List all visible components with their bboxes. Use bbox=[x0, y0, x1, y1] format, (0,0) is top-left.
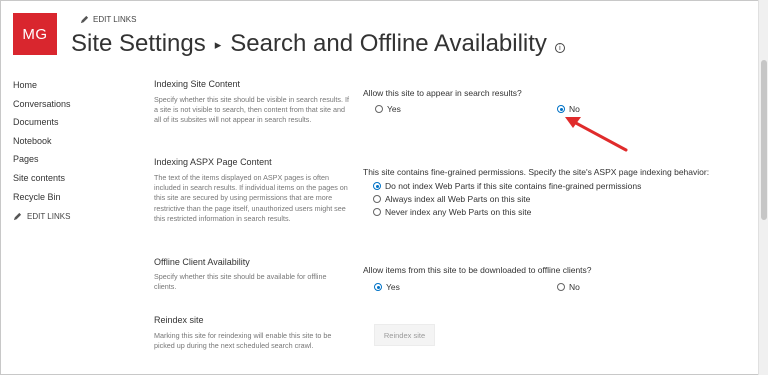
aspx-option-always-index-label: Always index all Web Parts on this site bbox=[385, 194, 531, 204]
offline-option-no-label: No bbox=[569, 282, 580, 292]
aspx-option-never-index[interactable]: Never index any Web Parts on this site bbox=[373, 207, 531, 217]
vertical-scrollbar[interactable] bbox=[758, 0, 768, 375]
offline-option-yes-label: Yes bbox=[386, 282, 400, 292]
radio-aspx-never-index[interactable] bbox=[373, 208, 381, 216]
aspx-option-do-not-index-label: Do not index Web Parts if this site cont… bbox=[385, 181, 642, 191]
nav-item-site-contents[interactable]: Site contents bbox=[13, 169, 71, 188]
aspx-option-always-index[interactable]: Always index all Web Parts on this site bbox=[373, 194, 530, 204]
breadcrumb-site-settings[interactable]: Site Settings bbox=[71, 30, 206, 58]
nav-item-notebook[interactable]: Notebook bbox=[13, 132, 71, 151]
scrollbar-thumb[interactable] bbox=[761, 60, 767, 220]
edit-links-top[interactable]: EDIT LINKS bbox=[80, 15, 136, 24]
offline-option-no[interactable]: No bbox=[557, 282, 580, 292]
radio-aspx-do-not-index[interactable] bbox=[373, 182, 381, 190]
offline-question: Allow items from this site to be downloa… bbox=[363, 265, 592, 275]
breadcrumb-separator: ▸ bbox=[214, 37, 222, 52]
reindex-section-description: Marking this site for reindexing will en… bbox=[154, 331, 332, 351]
site-logo[interactable]: MG bbox=[13, 13, 57, 55]
pencil-icon bbox=[13, 213, 22, 221]
offline-section-description: Specify whether this site should be avai… bbox=[154, 272, 327, 292]
nav-item-conversations[interactable]: Conversations bbox=[13, 95, 71, 114]
nav-item-documents[interactable]: Documents bbox=[13, 113, 71, 132]
radio-offline-no[interactable] bbox=[557, 283, 565, 291]
page-title-text: Search and Offline Availability bbox=[230, 30, 547, 57]
nav-item-recycle-bin[interactable]: Recycle Bin bbox=[13, 188, 71, 207]
nav-edit-links[interactable]: EDIT LINKS bbox=[13, 212, 71, 221]
aspx-section-description: The text of the items displayed on ASPX … bbox=[154, 173, 348, 223]
nav-edit-links-label: EDIT LINKS bbox=[27, 212, 71, 222]
page-title: Site Settings ▸ Search and Offline Avail… bbox=[71, 30, 565, 58]
pencil-icon bbox=[80, 15, 89, 24]
indexing-option-yes-label: Yes bbox=[387, 104, 401, 114]
indexing-section-title: Indexing Site Content bbox=[154, 79, 241, 89]
offline-section-title: Offline Client Availability bbox=[154, 257, 250, 267]
reindex-section-title: Reindex site bbox=[154, 315, 204, 325]
aspx-section-title: Indexing ASPX Page Content bbox=[154, 157, 272, 167]
aspx-question: This site contains fine-grained permissi… bbox=[363, 167, 710, 177]
edit-links-label: EDIT LINKS bbox=[93, 15, 137, 24]
quick-launch-nav: Home Conversations Documents Notebook Pa… bbox=[13, 76, 71, 221]
reindex-site-button[interactable]: Reindex site bbox=[374, 324, 435, 346]
aspx-option-never-index-label: Never index any Web Parts on this site bbox=[385, 207, 532, 217]
offline-option-yes[interactable]: Yes bbox=[374, 282, 400, 292]
info-icon[interactable]: i bbox=[554, 43, 565, 53]
annotation-arrow-icon bbox=[565, 117, 628, 152]
indexing-question: Allow this site to appear in search resu… bbox=[363, 88, 522, 98]
aspx-option-do-not-index[interactable]: Do not index Web Parts if this site cont… bbox=[373, 181, 641, 191]
radio-offline-yes[interactable] bbox=[374, 283, 382, 291]
radio-indexing-yes[interactable] bbox=[375, 105, 383, 113]
indexing-section-description: Specify whether this site should be visi… bbox=[154, 95, 349, 125]
nav-item-home[interactable]: Home bbox=[13, 76, 71, 95]
nav-item-pages[interactable]: Pages bbox=[13, 150, 71, 169]
radio-aspx-always-index[interactable] bbox=[373, 195, 381, 203]
indexing-option-yes[interactable]: Yes bbox=[375, 104, 401, 114]
